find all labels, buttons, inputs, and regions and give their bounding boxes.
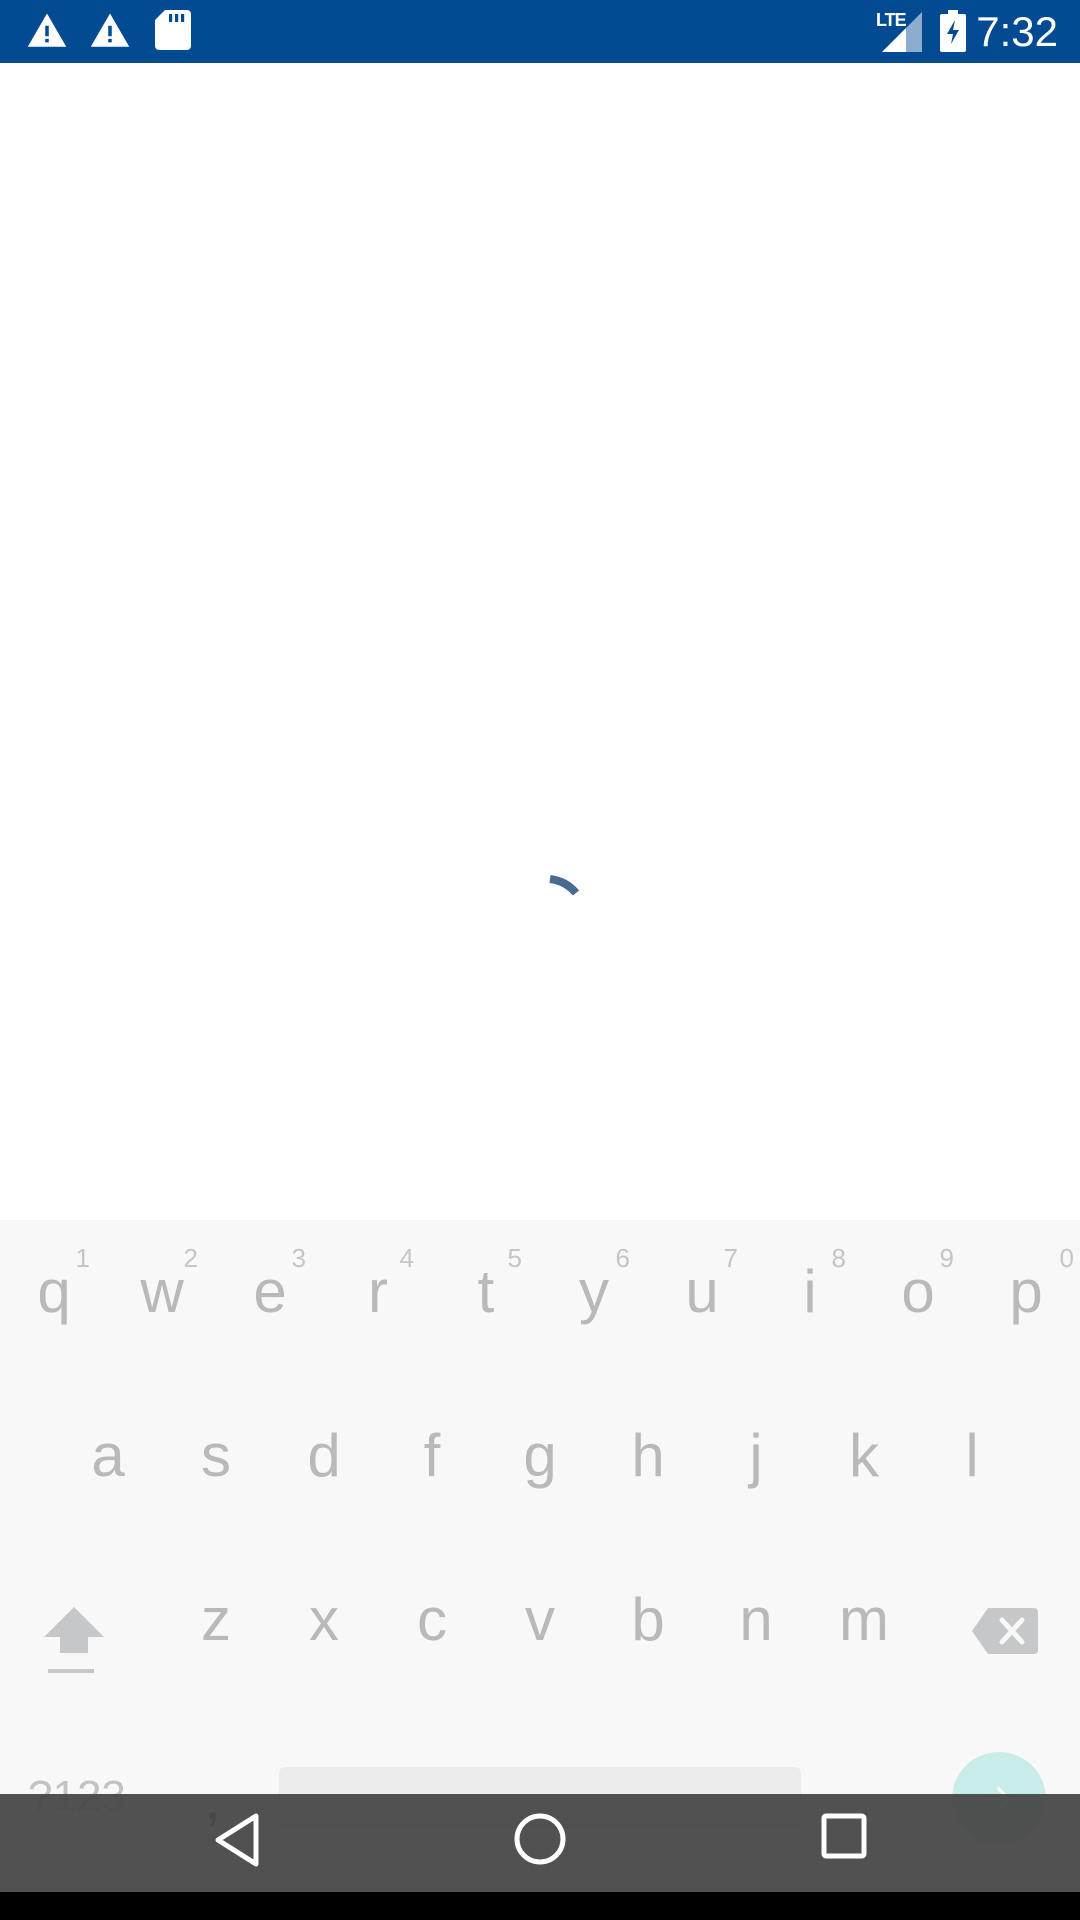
soft-keyboard: 1q 2w 3e 4r 5t 6y 7u 8i 9o 0p a s d f g …	[0, 1220, 1080, 1846]
backspace-icon[interactable]	[972, 1608, 1038, 1654]
key-n[interactable]: n	[702, 1590, 810, 1750]
navigation-bar	[0, 1794, 1080, 1892]
key-z[interactable]: z	[162, 1590, 270, 1750]
key-w[interactable]: 2w	[108, 1220, 216, 1380]
shift-icon[interactable]	[42, 1605, 106, 1675]
key-q[interactable]: 1q	[0, 1220, 108, 1380]
key-l[interactable]: l	[918, 1426, 1026, 1586]
signal-icon	[882, 12, 922, 52]
home-icon[interactable]	[513, 1812, 567, 1866]
key-p[interactable]: 0p	[972, 1220, 1080, 1380]
key-b[interactable]: b	[594, 1590, 702, 1750]
content-area	[0, 63, 1080, 1220]
key-i[interactable]: 8i	[756, 1220, 864, 1380]
key-t[interactable]: 5t	[432, 1220, 540, 1380]
key-v[interactable]: v	[486, 1590, 594, 1750]
recents-icon[interactable]	[820, 1812, 868, 1860]
key-j[interactable]: j	[702, 1426, 810, 1586]
key-x[interactable]: x	[270, 1590, 378, 1750]
key-k[interactable]: k	[810, 1426, 918, 1586]
sd-card-icon	[155, 10, 191, 50]
key-s[interactable]: s	[162, 1426, 270, 1586]
loading-spinner	[549, 875, 580, 896]
bottom-strip	[0, 1892, 1080, 1920]
key-e[interactable]: 3e	[216, 1220, 324, 1380]
status-time: 7:32	[976, 8, 1058, 55]
status-bar: LTE 7:32	[0, 0, 1080, 63]
key-g[interactable]: g	[486, 1426, 594, 1586]
back-icon[interactable]	[212, 1812, 262, 1868]
key-o[interactable]: 9o	[864, 1220, 972, 1380]
key-c[interactable]: c	[378, 1590, 486, 1750]
key-m[interactable]: m	[810, 1590, 918, 1750]
key-u[interactable]: 7u	[648, 1220, 756, 1380]
battery-charging-icon	[940, 10, 966, 52]
key-r[interactable]: 4r	[324, 1220, 432, 1380]
key-a[interactable]: a	[54, 1426, 162, 1586]
key-f[interactable]: f	[378, 1426, 486, 1586]
warning-icon	[27, 13, 67, 47]
key-d[interactable]: d	[270, 1426, 378, 1586]
warning-icon	[90, 13, 130, 47]
key-y[interactable]: 6y	[540, 1220, 648, 1380]
key-h[interactable]: h	[594, 1426, 702, 1586]
